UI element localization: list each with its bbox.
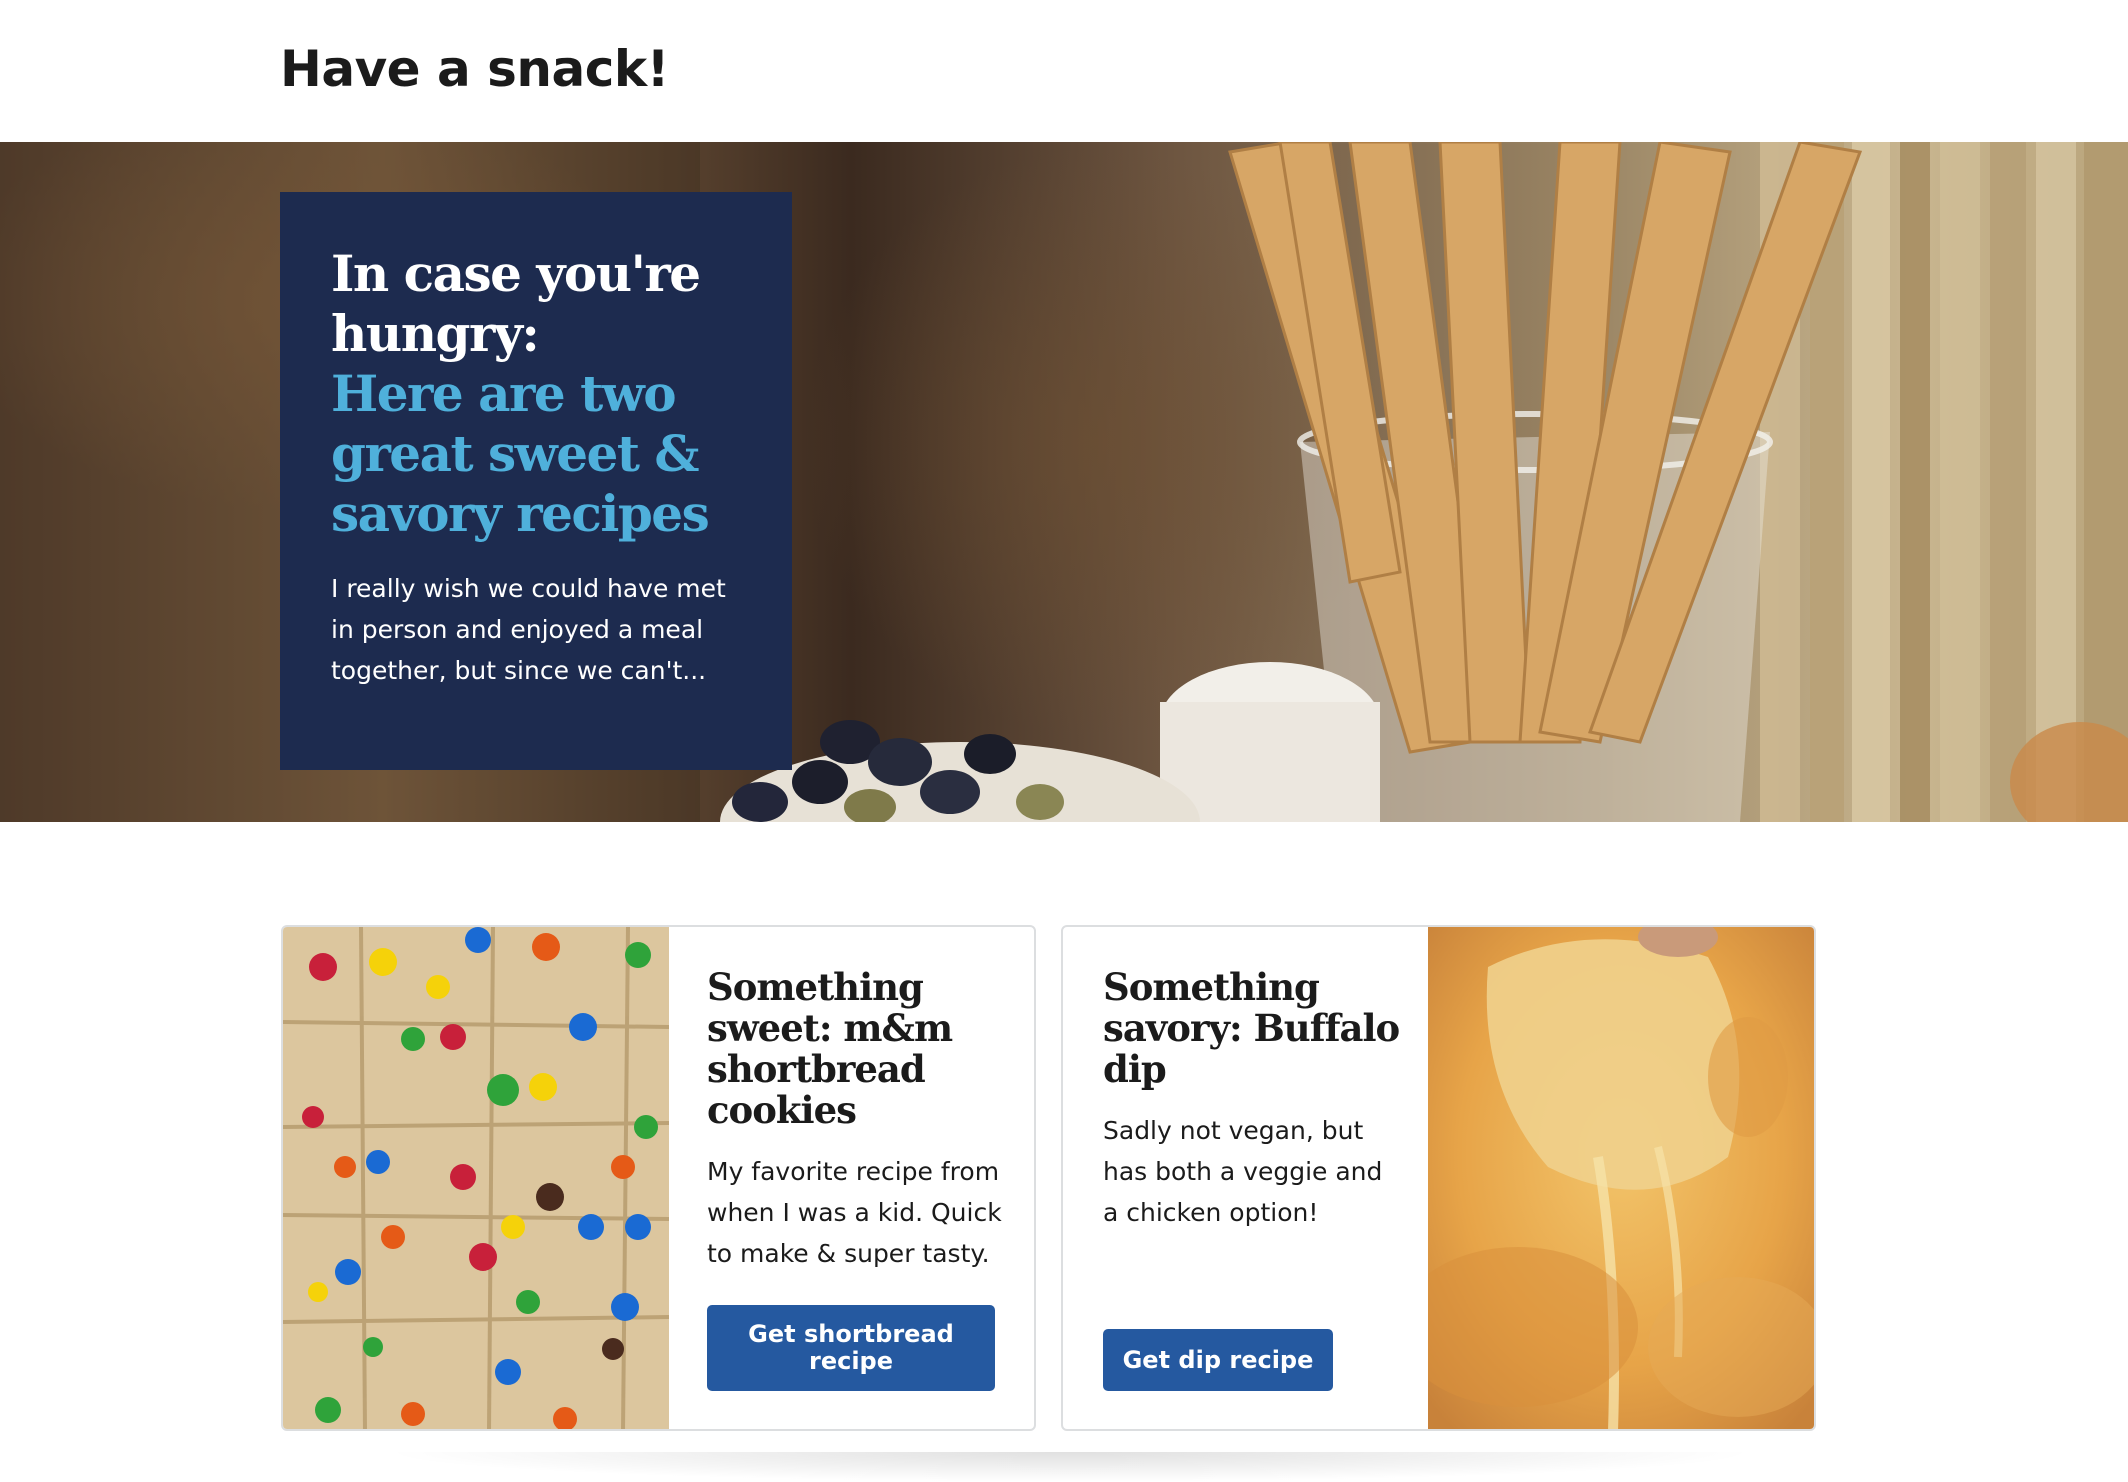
hero-subheading: Here are two great sweet & savory recipe… <box>331 364 710 543</box>
sweet-card-body: Something sweet: m&m shortbread cookies … <box>707 967 1007 1274</box>
footer-shadow <box>380 1452 1760 1482</box>
savory-card-heading: Something savory: Buffalo dip <box>1103 965 1400 1091</box>
shortbread-cookies-image <box>283 927 669 1429</box>
sweet-card-text: My favorite recipe from when I was a kid… <box>707 1157 1002 1268</box>
get-shortbread-recipe-button[interactable]: Get shortbread recipe <box>707 1305 995 1391</box>
hero-heading: In case you're hungry: Here are two grea… <box>331 244 742 544</box>
savory-card-body: Something savory: Buffalo dip Sadly not … <box>1103 967 1403 1233</box>
get-dip-recipe-button[interactable]: Get dip recipe <box>1103 1329 1333 1391</box>
site-title: Have a snack! <box>280 40 669 98</box>
buffalo-dip-image <box>1428 927 1814 1429</box>
savory-recipe-card: Something savory: Buffalo dip Sadly not … <box>1061 925 1816 1431</box>
hero-text: I really wish we could have met in perso… <box>331 574 726 685</box>
sweet-card-heading: Something sweet: m&m shortbread cookies <box>707 965 953 1132</box>
hero-section: In case you're hungry: Here are two grea… <box>0 142 2128 822</box>
hero-heading-text: In case you're hungry: <box>331 244 701 363</box>
sweet-recipe-card: Something sweet: m&m shortbread cookies … <box>281 925 1036 1431</box>
hero-card: In case you're hungry: Here are two grea… <box>280 192 792 770</box>
savory-card-text: Sadly not vegan, but has both a veggie a… <box>1103 1116 1383 1227</box>
